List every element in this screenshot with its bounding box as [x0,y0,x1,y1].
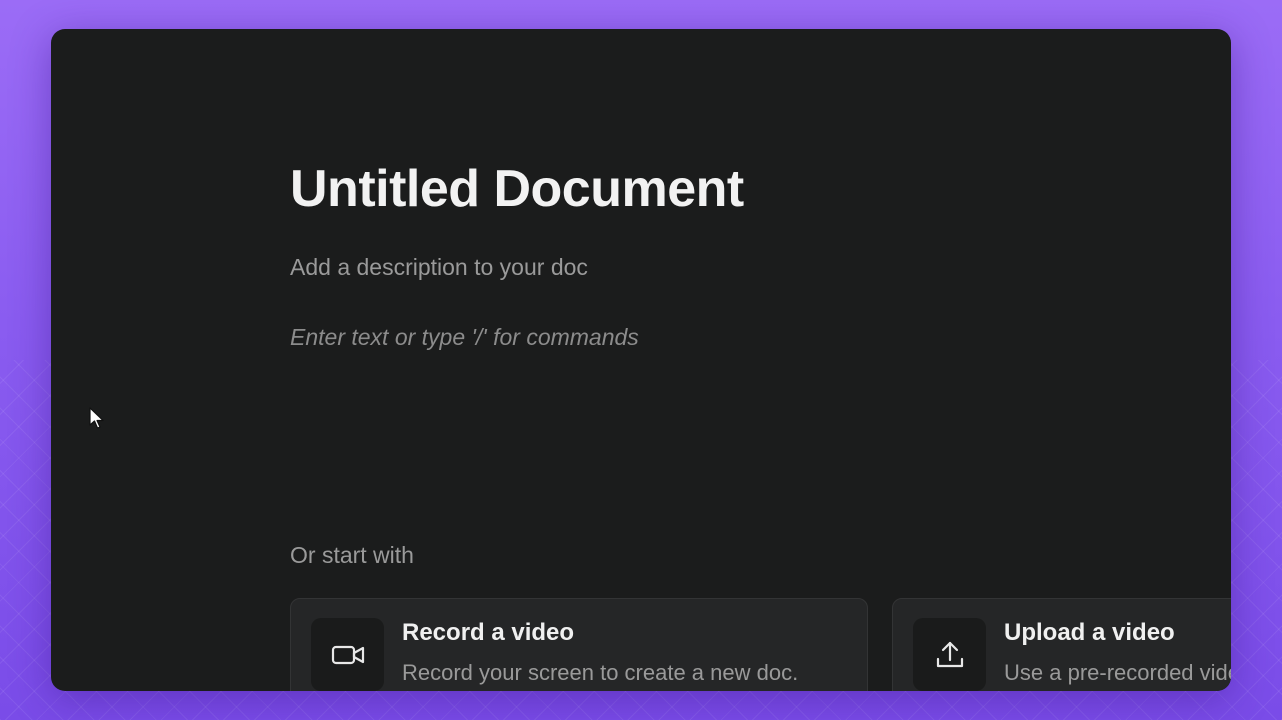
editor-window: Untitled Document Add a description to y… [51,29,1231,691]
upload-video-title: Upload a video [1004,619,1175,646]
start-with-label: Or start with [290,542,414,568]
document-title[interactable]: Untitled Document [290,157,744,221]
description-field[interactable]: Add a description to your doc [290,251,588,283]
upload-video-card[interactable]: Upload a video Use a pre-recorded video [892,598,1231,691]
body-editor[interactable]: Enter text or type '/' for commands [290,321,639,353]
upload-icon [913,618,986,691]
record-video-description: Record your screen to create a new doc. [402,660,799,685]
video-camera-icon [311,618,384,691]
record-video-card[interactable]: Record a video Record your screen to cre… [290,598,868,691]
record-video-title: Record a video [402,619,575,646]
upload-video-description: Use a pre-recorded video [1004,660,1231,685]
mouse-cursor-icon [89,407,104,429]
